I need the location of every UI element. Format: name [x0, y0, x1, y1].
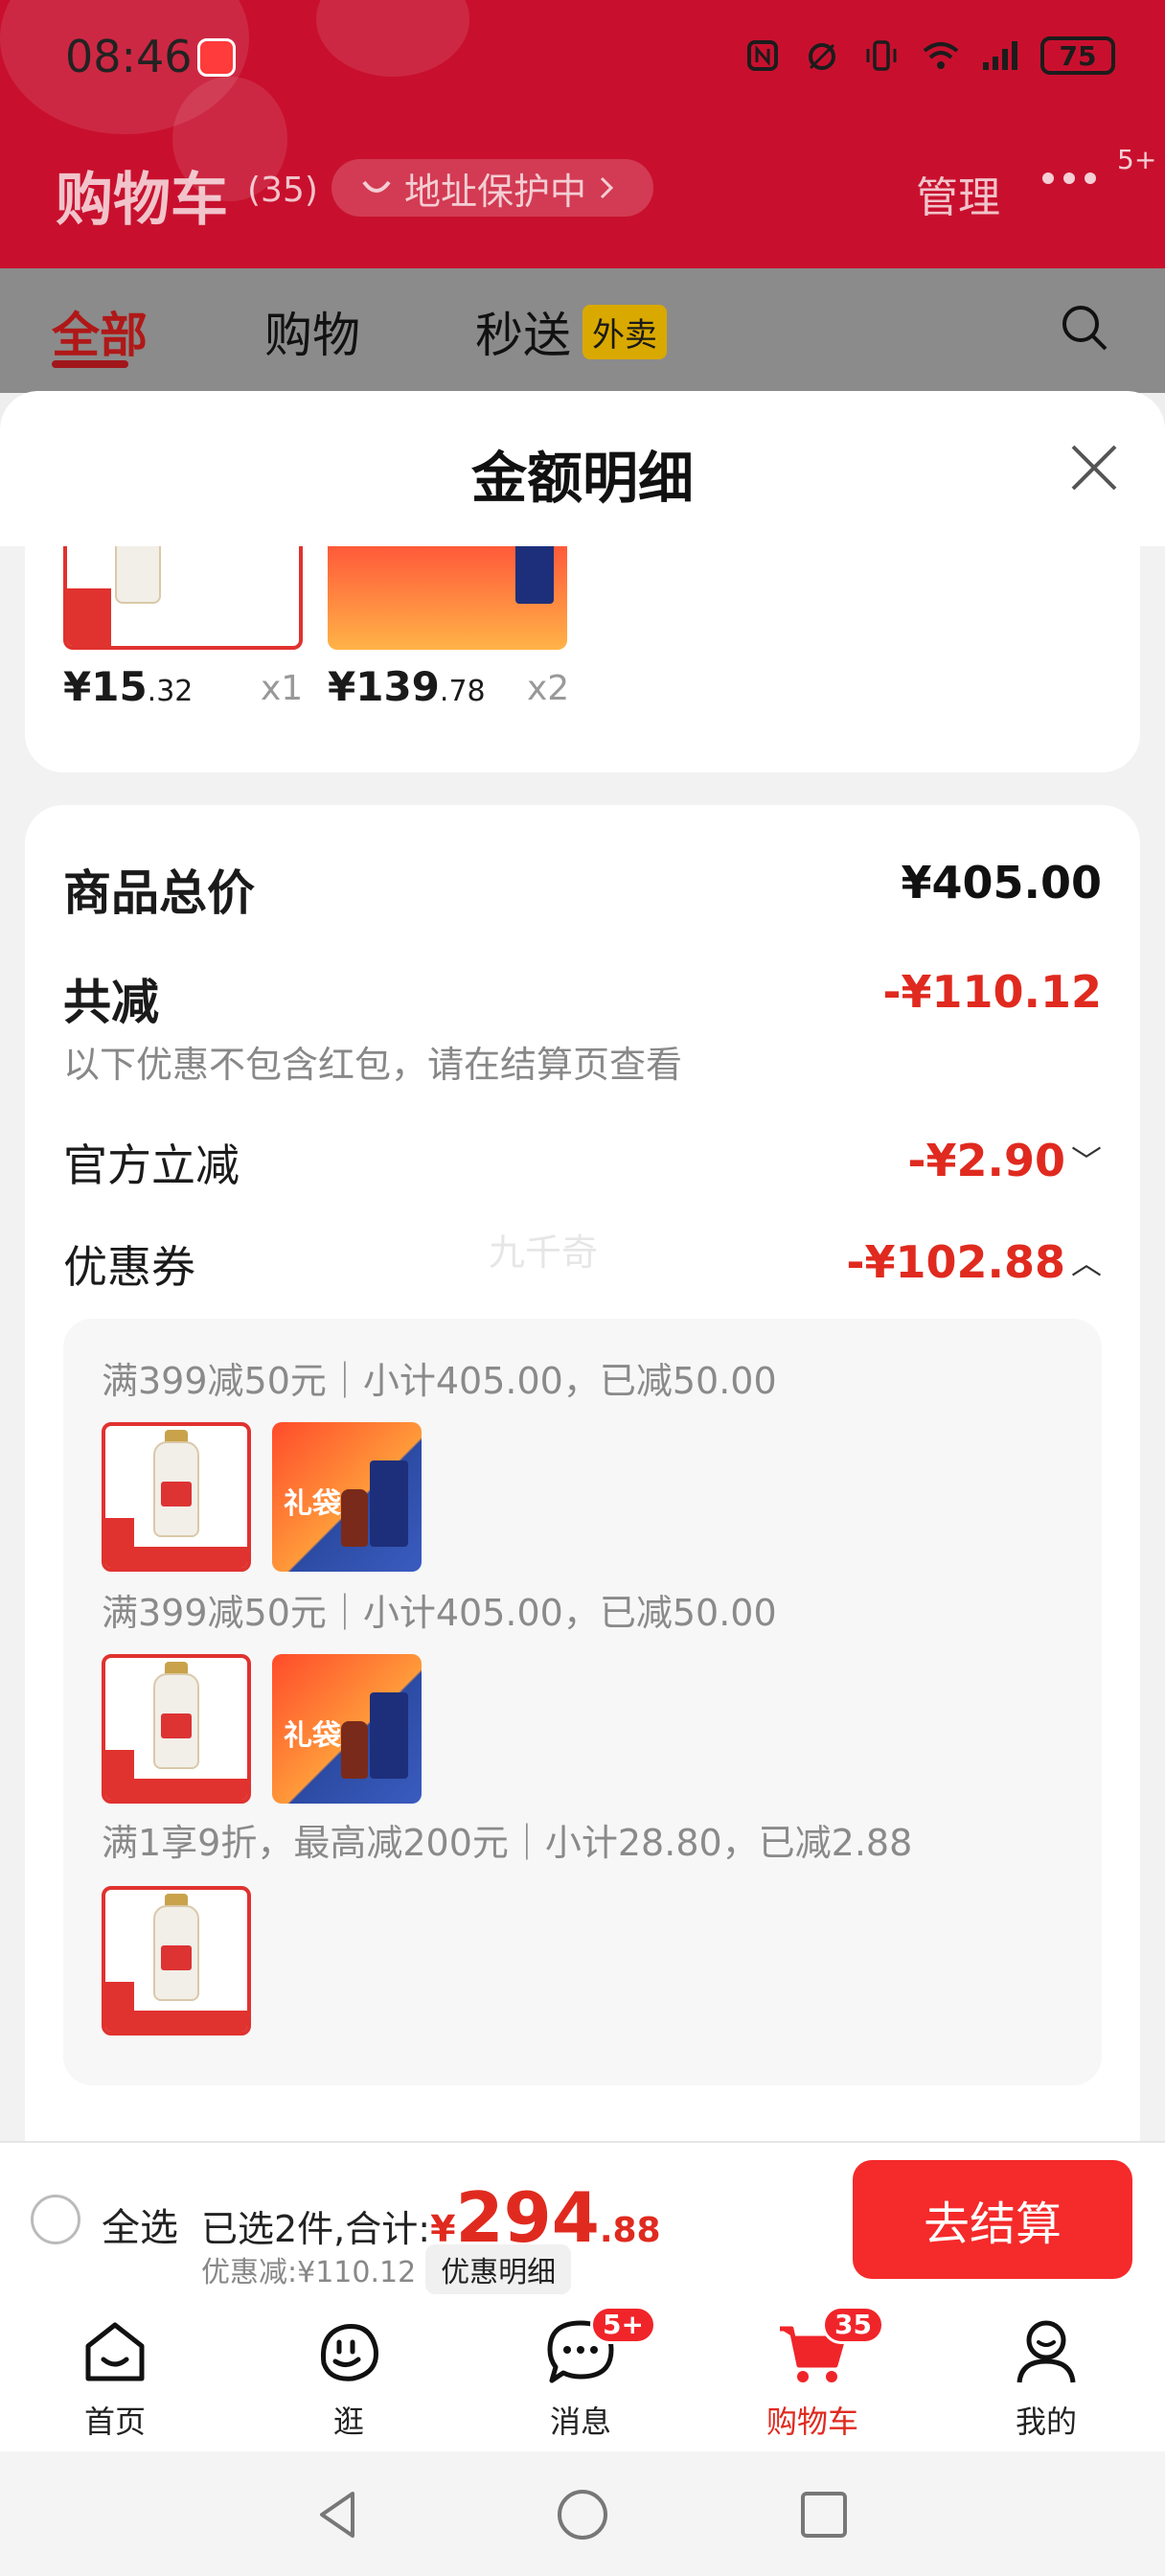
- gift-label: 礼袋: [284, 1719, 341, 1753]
- price-summary-card: 商品总价 ¥405.00 共减 -¥110.12 以下优惠不包含红包，请在结算页…: [25, 805, 1140, 2143]
- back-icon[interactable]: [310, 2486, 368, 2543]
- nav-mine[interactable]: 我的: [960, 2313, 1132, 2442]
- signal-icon: [981, 38, 1019, 73]
- status-bar: 08:46 75: [0, 27, 1165, 88]
- sheet-title: 金额明细: [470, 446, 694, 511]
- address-protection-pill[interactable]: 地址保护中: [331, 159, 654, 217]
- total-reduce-value: -¥110.12: [882, 966, 1102, 1018]
- total-reduce-label: 共减: [63, 975, 159, 1030]
- status-time: 08:46: [65, 31, 193, 82]
- cart-badge: 35: [822, 2306, 884, 2344]
- sheet-header: 金额明细: [0, 391, 1165, 546]
- chevron-down-icon: ﹀: [1070, 1143, 1102, 1180]
- waimai-tag: 外卖: [582, 305, 667, 359]
- reduce-note: 以下优惠不包含红包，请在结算页查看: [63, 1044, 683, 1086]
- product-price: ¥15.32: [63, 663, 194, 710]
- system-navigation-bar: [0, 2451, 1165, 2576]
- total-price-value: ¥405.00: [901, 857, 1102, 908]
- page-title: 购物车: [56, 167, 228, 234]
- product-thumbnail[interactable]: [102, 1886, 251, 2036]
- more-badge: 5+: [1117, 144, 1157, 175]
- chevron-up-icon: ︿: [1070, 1245, 1102, 1281]
- bottle-image: [115, 546, 161, 604]
- gift-box-image: [515, 546, 554, 604]
- discount-text: 优惠减:¥110.12: [201, 2256, 417, 2289]
- product-quantity: x1: [261, 669, 304, 708]
- address-protection-label: 地址保护中: [404, 170, 587, 213]
- coupon-row[interactable]: -¥102.88 ︿: [846, 1236, 1102, 1288]
- search-icon[interactable]: [1058, 301, 1111, 355]
- manage-button[interactable]: 管理: [916, 163, 1000, 224]
- vibrate-icon: [862, 38, 901, 73]
- chevron-right-icon: [600, 176, 614, 199]
- nav-home[interactable]: 首页: [29, 2313, 201, 2442]
- close-icon[interactable]: [1065, 439, 1123, 496]
- nav-cart[interactable]: 35 购物车: [726, 2306, 899, 2442]
- tab-instant[interactable]: 秒送 外卖: [475, 297, 667, 366]
- nav-home-label: 首页: [83, 2404, 146, 2440]
- coupon-rule: 满399减50元｜小计405.00，已减50.00: [102, 1360, 777, 1402]
- nav-messages-label: 消息: [549, 2404, 611, 2440]
- top-header: 08:46 75 购物车 (35) 地址保护中 管理 5+: [0, 0, 1165, 268]
- coupon-detail-box: 满399减50元｜小计405.00，已减50.00 礼袋 满399减50元｜小计…: [63, 1319, 1102, 2085]
- amount-detail-sheet: 金额明细 ¥15.32 x1 ¥139.78 x2 商品总价 ¥405.00 共…: [0, 391, 1165, 2143]
- nav-browse-label: 逛: [332, 2404, 364, 2440]
- gift-label: 礼袋: [284, 1487, 341, 1521]
- alarm-icon: [803, 38, 841, 73]
- bottom-nav: 首页 逛 5+ 消息 35 购物车 我的: [0, 2296, 1165, 2451]
- product-thumbnail[interactable]: [102, 1422, 251, 1572]
- home-icon: [85, 2322, 145, 2381]
- user-icon: [1017, 2320, 1076, 2383]
- tab-underline: [52, 360, 128, 368]
- nfc-icon: [743, 38, 782, 73]
- browse-face-icon: [320, 2323, 378, 2381]
- tab-instant-label: 秒送: [475, 308, 571, 363]
- discount-detail-button[interactable]: 优惠明细: [425, 2244, 572, 2294]
- select-all-radio[interactable]: [31, 2195, 80, 2244]
- nav-mine-label: 我的: [1015, 2404, 1077, 2440]
- smile-icon: [362, 180, 391, 193]
- tab-shopping[interactable]: 购物: [264, 297, 360, 366]
- coupon-rule: 满1享9折，最高减200元｜小计28.80，已减2.88: [102, 1822, 913, 1864]
- product-thumbnail[interactable]: [63, 546, 303, 650]
- recents-icon[interactable]: [795, 2486, 853, 2543]
- message-badge: 5+: [590, 2306, 656, 2344]
- discount-summary: 优惠减:¥110.12 优惠明细: [201, 2244, 572, 2294]
- checkout-bar: 全选 已选2件,合计:¥294.88 优惠减:¥110.12 优惠明细 去结算: [0, 2141, 1165, 2296]
- coupon-label: 优惠券: [63, 1241, 195, 1293]
- product-thumbnail[interactable]: [102, 1654, 251, 1804]
- checkout-button[interactable]: 去结算: [853, 2160, 1132, 2279]
- product-price: ¥139.78: [328, 663, 486, 710]
- status-icons: 75: [743, 36, 1115, 75]
- product-thumbnail[interactable]: 礼袋: [272, 1654, 422, 1804]
- official-discount-value: -¥2.90: [907, 1135, 1065, 1186]
- product-list-card: ¥15.32 x1 ¥139.78 x2: [25, 546, 1140, 772]
- coupon-rule: 满399减50元｜小计405.00，已减50.00: [102, 1592, 777, 1634]
- select-all-label[interactable]: 全选: [102, 2196, 178, 2252]
- nav-messages[interactable]: 5+ 消息: [494, 2306, 667, 2442]
- app-notification-icon: [197, 38, 236, 77]
- coupon-value: -¥102.88: [846, 1236, 1065, 1288]
- product-thumbnail[interactable]: 礼袋: [272, 1422, 422, 1572]
- home-circle-icon[interactable]: [554, 2486, 611, 2543]
- battery-icon: 75: [1040, 36, 1115, 75]
- cart-count: (35): [247, 171, 318, 210]
- product-quantity: x2: [527, 669, 570, 708]
- wifi-icon: [922, 38, 960, 73]
- total-decimal: .88: [599, 2211, 661, 2250]
- nav-cart-label: 购物车: [765, 2404, 858, 2440]
- official-discount-row[interactable]: -¥2.90 ﹀: [907, 1135, 1102, 1186]
- tab-all[interactable]: 全部: [52, 297, 148, 366]
- more-menu-icon[interactable]: [1042, 172, 1096, 184]
- nav-browse[interactable]: 逛: [263, 2313, 435, 2442]
- watermark: 九千奇: [489, 1231, 599, 1274]
- tab-bar: 全部 购物 秒送 外卖: [0, 268, 1165, 393]
- guarantee-badge: [67, 588, 111, 646]
- total-price-label: 商品总价: [63, 865, 255, 921]
- official-discount-label: 官方立减: [63, 1139, 240, 1191]
- product-thumbnail[interactable]: [328, 546, 567, 650]
- cart-title-row: 购物车 (35) 地址保护中 管理 5+: [56, 144, 1156, 234]
